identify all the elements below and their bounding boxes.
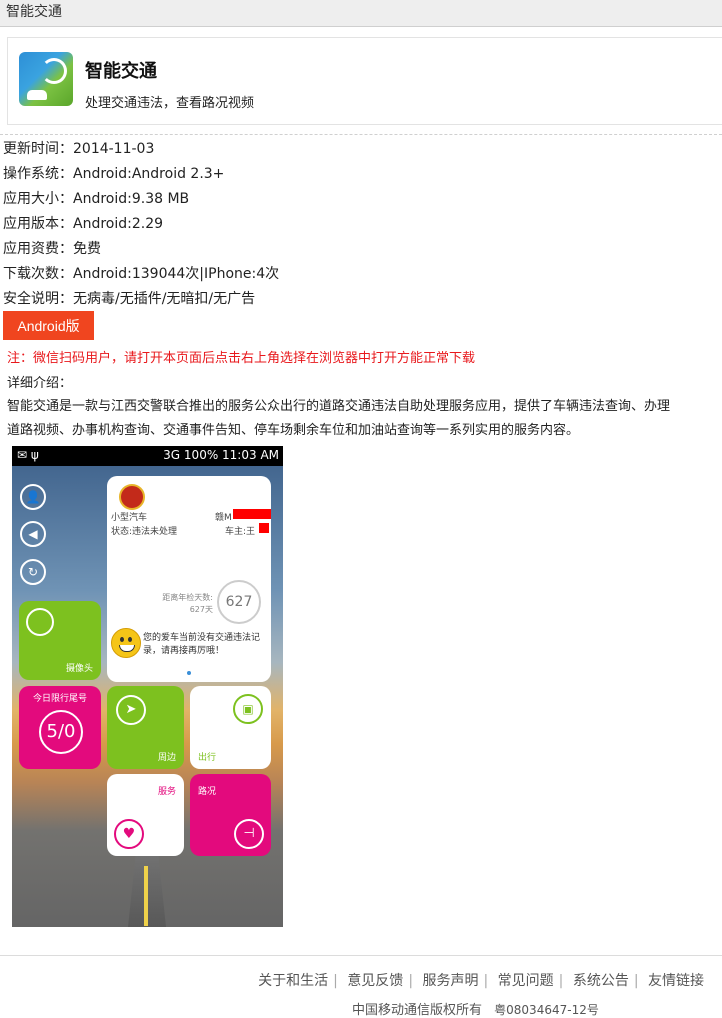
speaker-icon: ◀ <box>20 521 46 547</box>
phone-status-bar: ✉ ψ 3G 100% 11:03 AM <box>12 446 283 466</box>
inspection-days-label: 距离年检天数: 627天 <box>153 592 213 616</box>
info-os: 操作系统：Android:Android 2.3+ <box>3 166 225 182</box>
app-info-list: 更新时间：2014-11-03 操作系统：Android:Android 2.3… <box>3 137 279 312</box>
tile-limit-value: 5/0 <box>39 710 83 754</box>
road-line <box>144 866 148 926</box>
info-downloads: 下载次数：Android:139044次|IPhone:4次 <box>3 266 280 282</box>
app-tagline: 处理交通违法，查看路况视频 <box>85 96 255 111</box>
footer-links: 关于和生活 | 意见反馈 | 服务声明 | 常见问题 | 系统公告 | 友情链接 <box>258 973 704 989</box>
wechat-note: 注：微信扫码用户，请打开本页面后点击右上角选择在浏览器中打开方能正常下载 <box>7 351 476 366</box>
no-violation-message: 您的爱车当前没有交通违法记录，请再接再厉哦！ <box>143 633 261 656</box>
plate-redaction <box>233 509 271 519</box>
car-type: 小型汽车 <box>111 513 148 523</box>
plate-number: 赣M <box>215 513 232 523</box>
tile-service-label: 服务 <box>157 787 176 797</box>
app-card: 智能交通 处理交通违法，查看路况视频 <box>7 37 722 125</box>
bus-icon: ▣ <box>233 694 263 724</box>
footer-link-faq[interactable]: 常见问题 <box>498 973 554 989</box>
camera-icon <box>26 608 54 636</box>
page-indicator <box>187 671 191 675</box>
tile-road-conditions[interactable]: 路况 ⊣ <box>190 774 271 856</box>
info-update-time: 更新时间：2014-11-03 <box>3 141 155 157</box>
app-name: 智能交通 <box>85 61 157 82</box>
detail-description: 智能交通是一款与江西交警联合推出的服务公众出行的道路交通违法自助处理服务应用，提… <box>7 395 722 443</box>
vehicle-card: 小型汽车 赣M 状态:违法未处理 车主:王 距离年检天数: 627天 627 您… <box>107 476 271 682</box>
info-price: 应用资费：免费 <box>3 241 101 257</box>
footer-link-friends[interactable]: 友情链接 <box>648 973 704 989</box>
page-header: 智能交通 <box>0 0 722 27</box>
app-screenshot[interactable]: ✉ ψ 3G 100% 11:03 AM 👤 ◀ ↻ 小型汽车 赣M 状态:违法… <box>12 446 283 927</box>
tile-camera-label: 摄像头 <box>65 664 93 674</box>
tile-trip-label: 出行 <box>198 753 217 763</box>
info-version: 应用版本：Android:2.29 <box>3 216 164 232</box>
divider <box>0 134 722 135</box>
footer-link-feedback[interactable]: 意见反馈 <box>347 973 403 989</box>
violation-status: 状态:违法未处理 <box>111 527 178 537</box>
inspection-days-sub: 627天 <box>189 605 213 614</box>
footer-copyright: 中国移动通信版权所有 粤08034647-12号 <box>352 999 599 1018</box>
detail-title: 详细介绍： <box>7 376 73 391</box>
info-size: 应用大小：Android:9.38 MB <box>3 191 190 207</box>
heart-icon: ♥ <box>114 819 144 849</box>
owner-redaction <box>259 523 269 533</box>
app-logo-icon <box>19 52 73 106</box>
tile-nearby-label: 周边 <box>157 753 176 763</box>
smiley-icon <box>111 628 141 658</box>
footer-divider <box>0 955 722 956</box>
page-title: 智能交通 <box>6 4 62 20</box>
footer-link-about[interactable]: 关于和生活 <box>258 973 328 989</box>
signpost-icon: ⊣ <box>234 819 264 849</box>
navigation-icon: ➤ <box>116 695 146 725</box>
status-right-text: 3G 100% 11:03 AM <box>163 448 279 462</box>
detail-line-1: 智能交通是一款与江西交警联合推出的服务公众出行的道路交通违法自助处理服务应用，提… <box>7 399 671 414</box>
tile-limit-title: 今日限行尾号 <box>32 694 87 704</box>
footer-link-announcements[interactable]: 系统公告 <box>573 973 629 989</box>
tile-nearby[interactable]: ➤ 周边 <box>107 686 184 769</box>
icp-number: 粤08034647-12号 <box>494 1003 599 1017</box>
android-download-button[interactable]: Android版 <box>3 311 94 340</box>
police-badge-icon <box>119 484 145 510</box>
tile-camera[interactable]: 摄像头 <box>19 601 101 680</box>
tile-trip[interactable]: ▣ 出行 <box>190 686 271 769</box>
inspection-days-circle: 627 <box>217 580 261 624</box>
status-left-icons: ✉ ψ <box>17 448 39 462</box>
footer-link-terms[interactable]: 服务声明 <box>422 973 478 989</box>
inspection-days-title: 距离年检天数: <box>162 593 213 602</box>
refresh-icon: ↻ <box>20 559 46 585</box>
detail-line-2: 道路视频、办事机构查询、交通事件告知、停车场剩余车位和加油站查询等一系列实用的服… <box>7 423 580 438</box>
user-icon: 👤 <box>20 484 46 510</box>
tile-road-label: 路况 <box>198 787 217 797</box>
info-security: 安全说明：无病毒/无插件/无暗扣/无广告 <box>3 291 256 307</box>
tile-service[interactable]: 服务 ♥ <box>107 774 184 856</box>
car-owner: 车主:王 <box>225 527 256 537</box>
tile-traffic-limit[interactable]: 今日限行尾号 5/0 <box>19 686 101 769</box>
